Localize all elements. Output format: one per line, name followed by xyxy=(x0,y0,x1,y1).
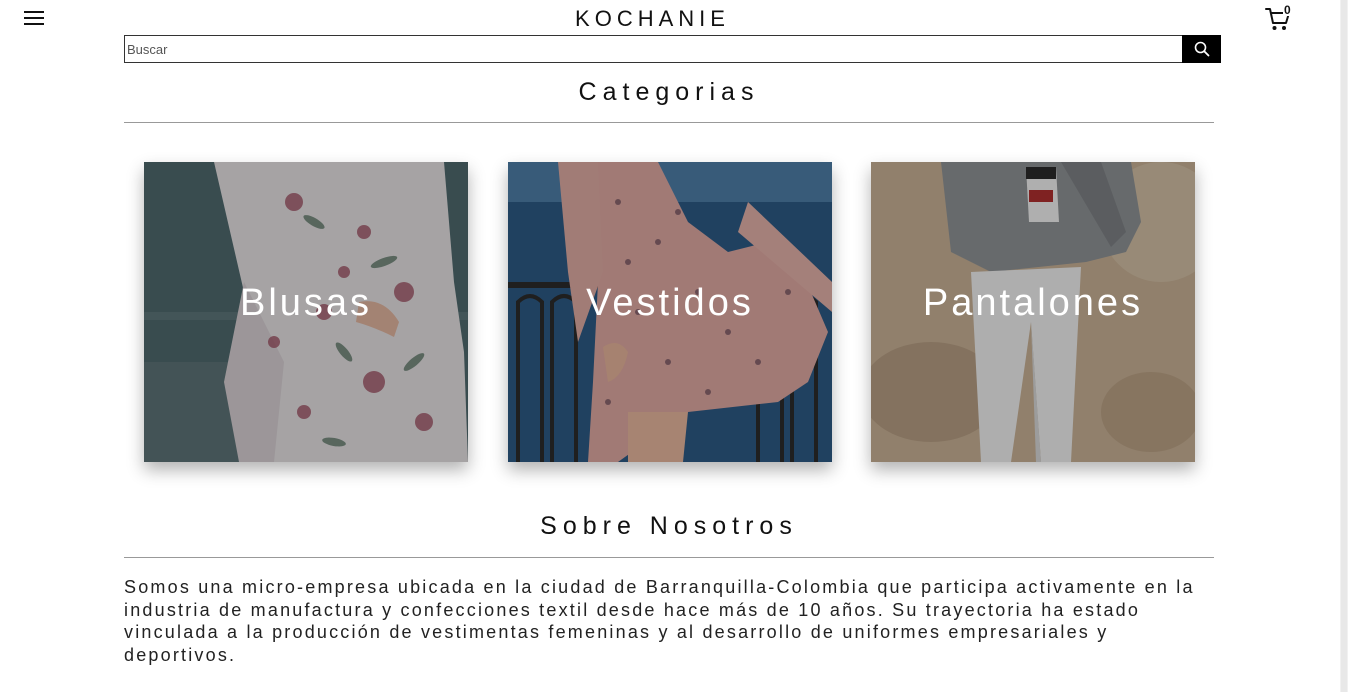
category-card-pantalones[interactable]: Pantalones xyxy=(871,162,1195,462)
search-button[interactable] xyxy=(1182,35,1221,63)
search-icon xyxy=(1194,41,1209,57)
cart-count-badge: 0 xyxy=(1283,3,1292,17)
cart-button[interactable]: 0 xyxy=(1265,4,1295,32)
page-scrollbar[interactable] xyxy=(1340,0,1348,692)
categories-title: Categorias xyxy=(578,78,760,106)
category-label: Pantalones xyxy=(922,282,1144,324)
about-divider xyxy=(124,557,1214,558)
about-text: Somos una micro-empresa ubicada en la ci… xyxy=(124,577,1195,665)
category-card-blusas[interactable]: Blusas xyxy=(144,162,468,462)
category-card-vestidos[interactable]: Vestidos xyxy=(508,162,832,462)
scrollbar-thumb[interactable] xyxy=(1341,0,1347,692)
category-label: Blusas xyxy=(239,282,373,324)
category-label: Vestidos xyxy=(586,282,754,324)
brand-logo[interactable]: KOCHANIE xyxy=(0,6,1305,32)
search-bar xyxy=(124,35,1221,63)
about-title: Sobre Nosotros xyxy=(540,512,798,540)
search-input[interactable] xyxy=(124,35,1182,63)
categories-divider xyxy=(124,122,1214,123)
